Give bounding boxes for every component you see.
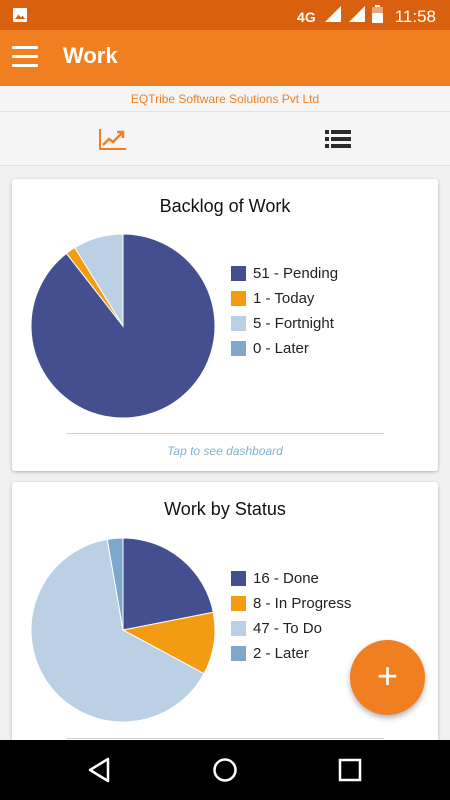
backlog-pie-chart [30, 233, 216, 419]
legend-item-later: 2 - Later [231, 641, 351, 666]
divider [67, 738, 384, 739]
tab-bar [0, 112, 450, 166]
tab-list[interactable] [225, 112, 450, 166]
divider [67, 433, 384, 434]
add-button[interactable]: + [350, 640, 425, 715]
tab-chart[interactable] [0, 112, 225, 166]
legend-item-in-progress: 8 - In Progress [231, 591, 351, 616]
status-pie-chart [30, 537, 216, 723]
legend-item-fortnight: 5 - Fortnight [231, 311, 338, 336]
page-title: Work [63, 43, 118, 68]
network-type: 4G [297, 8, 316, 25]
menu-icon[interactable] [12, 46, 38, 68]
chart-legend: 16 - Done 8 - In Progress 47 - To Do 2 -… [231, 566, 351, 666]
app-bar: Work [0, 30, 450, 86]
clock: 11:58 [394, 6, 436, 26]
legend-item-done: 16 - Done [231, 566, 351, 591]
battery-icon [371, 5, 383, 28]
signal-icon [324, 5, 342, 28]
legend-item-pending: 51 - Pending [231, 261, 338, 286]
legend-item-today: 1 - Today [231, 286, 338, 311]
home-icon[interactable] [211, 756, 239, 784]
backlog-card[interactable]: Backlog of Work 51 - Pending 1 - Today 5… [12, 179, 438, 471]
card-title: Work by Status [164, 499, 286, 519]
status-bar: 4G 11:58 [0, 0, 450, 30]
signal-icon [348, 5, 366, 28]
image-notification-icon [12, 7, 28, 28]
trending-up-icon [98, 129, 126, 150]
list-icon [324, 130, 351, 148]
recents-icon[interactable] [336, 756, 364, 784]
system-nav-bar [0, 740, 450, 800]
card-title: Backlog of Work [159, 196, 291, 216]
chart-legend: 51 - Pending 1 - Today 5 - Fortnight 0 -… [231, 261, 338, 361]
dashboard-link[interactable]: Tap to see dashboard [12, 444, 438, 458]
legend-item-to-do: 47 - To Do [231, 616, 351, 641]
legend-item-later: 0 - Later [231, 336, 338, 361]
back-icon[interactable] [86, 756, 114, 784]
company-name: EQTribe Software Solutions Pvt Ltd [0, 86, 450, 112]
